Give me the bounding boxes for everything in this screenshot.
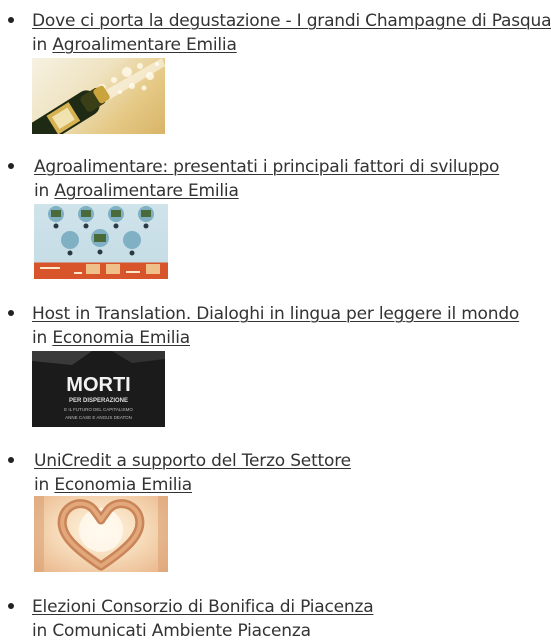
champagne-bottle-image[interactable] — [32, 58, 165, 134]
bullet — [8, 310, 14, 316]
article-title-link[interactable]: Agroalimentare: presentati i principali … — [34, 156, 499, 178]
in-label: in — [34, 181, 50, 201]
book-authors-text: ANNE CASE E ANGUS DEATON — [65, 415, 132, 420]
book-cover-icon: MORTI PER DISPERAZIONE E IL FUTURO DEL C… — [32, 351, 165, 427]
book-title-text: MORTI — [66, 374, 130, 396]
book-subtitle-text: PER DISPERAZIONE — [69, 398, 128, 404]
in-label: in — [32, 328, 48, 348]
article-meta: in Agroalimentare Emilia — [32, 34, 237, 56]
bullet — [8, 457, 14, 463]
in-label: in — [32, 35, 48, 55]
article-title-link[interactable]: Elezioni Consorzio di Bonifica di Piacen… — [32, 596, 374, 618]
book-cover-image[interactable]: MORTI PER DISPERAZIONE E IL FUTURO DEL C… — [32, 351, 165, 427]
article-meta: in Economia Emilia — [32, 327, 190, 349]
article-meta: in Economia Emilia — [34, 474, 192, 496]
category-label[interactable]: Comunicati Ambiente Piacenza — [52, 621, 311, 641]
category-link[interactable]: Economia Emilia — [52, 328, 190, 348]
in-label: in — [34, 475, 50, 495]
bullet — [8, 603, 14, 609]
category-link[interactable]: Agroalimentare Emilia — [52, 35, 237, 55]
hands-heart-icon — [34, 496, 168, 572]
in-label: in — [32, 621, 48, 641]
bullet — [8, 17, 14, 23]
article-meta: in Agroalimentare Emilia — [34, 180, 239, 202]
article-title-link[interactable]: Host in Translation. Dialoghi in lingua … — [32, 303, 519, 325]
article-title-link[interactable]: Dove ci porta la degustazione - I grandi… — [32, 10, 551, 32]
category-link[interactable]: Economia Emilia — [54, 475, 192, 495]
champagne-bottle-icon — [32, 58, 165, 134]
infographic-icon — [40, 206, 160, 274]
hands-heart-image[interactable] — [34, 496, 168, 572]
category-link[interactable]: Agroalimentare Emilia — [54, 181, 239, 201]
agrifood-infographic-image[interactable] — [34, 204, 168, 279]
bullet — [8, 163, 14, 169]
book-line1-text: E IL FUTURO DEL CAPITALISMO — [64, 407, 133, 412]
article-title-link[interactable]: UniCredit a supporto del Terzo Settore — [34, 450, 351, 472]
